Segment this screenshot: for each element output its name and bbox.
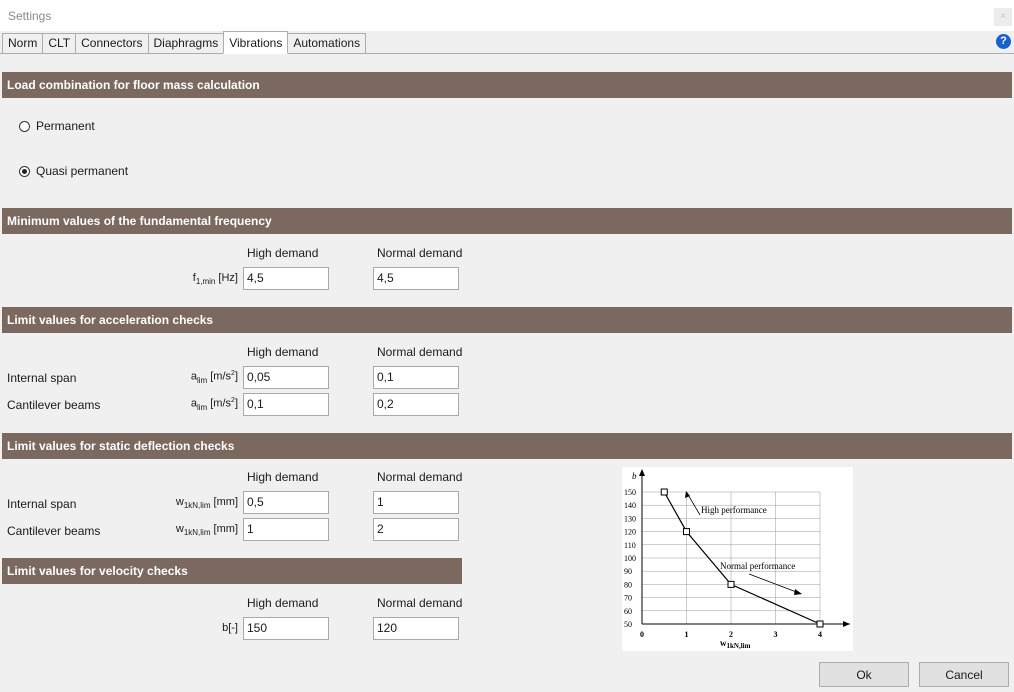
y-tick-labels: 150 140 130 120 110 100 90 80 70 60 50	[624, 488, 636, 629]
y-axis-arrow	[639, 469, 645, 476]
column-header-high: High demand	[247, 470, 319, 484]
tab-connectors[interactable]: Connectors	[75, 33, 149, 54]
frequency-unit-label: f1,min [Hz]	[192, 272, 238, 287]
section-velocity: Limit values for velocity checks	[2, 558, 462, 584]
x-tick-label: 1	[685, 630, 689, 639]
y-tick-label: 130	[624, 514, 636, 523]
radio-label: Permanent	[36, 119, 95, 133]
section-load-combination: Load combination for floor mass calculat…	[2, 72, 1012, 98]
velocity-criteria-graph: b w1kN,lim 150 140 130 120 110 100 90 80 70 60 50 …	[622, 467, 853, 651]
row-label-internal-span: Internal span	[7, 497, 77, 511]
acceleration-cantilever-normal-input[interactable]: 0,2	[373, 393, 459, 416]
radio-circle	[19, 120, 30, 132]
tab-clt[interactable]: CLT	[42, 33, 77, 54]
tab-bar: Norm CLT Connectors Diaphragms Vibration…	[2, 31, 367, 54]
x-tick-label: 0	[640, 630, 644, 639]
radio-label: Quasi permanent	[36, 164, 129, 178]
acceleration-internal-normal-input[interactable]: 0,1	[373, 366, 459, 389]
radio-circle-selected	[19, 165, 30, 177]
frequency-high-input[interactable]: 4,5	[243, 267, 329, 290]
annotation-normal-arrow	[748, 573, 800, 594]
cancel-button[interactable]: Cancel	[919, 662, 1009, 687]
velocity-unit-label: b[-]	[222, 622, 238, 634]
acceleration-unit-label: alim [m/s2]	[190, 370, 238, 385]
section-acceleration: Limit values for acceleration checks	[2, 307, 1012, 333]
row-label-cantilever-beams: Cantilever beams	[7, 398, 101, 412]
title-bar: Settings ×	[0, 0, 1014, 31]
column-header-high: High demand	[247, 596, 319, 610]
x-tick-labels: 0 1 2 3 4	[640, 630, 822, 639]
deflection-internal-high-input[interactable]: 0,5	[243, 491, 329, 514]
column-header-normal: Normal demand	[377, 246, 463, 260]
deflection-cantilever-normal-input[interactable]: 2	[373, 518, 459, 541]
deflection-cantilever-high-input[interactable]: 1	[243, 518, 329, 541]
graph-svg: b w1kN,lim 1501401301201101009080706050 …	[624, 469, 850, 650]
tab-norm[interactable]: Norm	[2, 33, 44, 54]
radio-permanent[interactable]: Permanent	[19, 119, 95, 133]
y-axis-label: b	[632, 471, 637, 481]
column-header-high: High demand	[247, 345, 319, 359]
y-tick-label: 120	[624, 528, 636, 537]
tab-vibrations[interactable]: Vibrations	[223, 31, 289, 54]
y-tick-label: 50	[624, 620, 632, 629]
tab-automations[interactable]: Automations	[287, 33, 367, 54]
deflection-unit-label: w1kN,lim [mm]	[175, 496, 238, 511]
radio-quasi-permanent[interactable]: Quasi permanent	[19, 164, 128, 178]
help-icon[interactable]: ?	[996, 34, 1011, 49]
row-label-internal-span: Internal span	[7, 371, 77, 385]
curve-point	[816, 620, 824, 628]
deflection-internal-normal-input[interactable]: 1	[373, 491, 459, 514]
y-tick-label: 100	[624, 554, 636, 563]
section-fundamental-frequency: Minimum values of the fundamental freque…	[2, 208, 1012, 234]
annotation-high-performance: High performance	[701, 505, 767, 515]
column-header-high: High demand	[247, 246, 319, 260]
section-static-deflection: Limit values for static deflection check…	[2, 433, 1012, 459]
acceleration-unit-label: alim [m/s2]	[190, 397, 238, 412]
annotation-normal-performance: Normal performance	[720, 561, 795, 571]
tab-divider	[0, 53, 1014, 54]
velocity-high-input[interactable]: 150	[243, 617, 329, 640]
annotation-normal-arrowhead	[794, 589, 802, 595]
y-tick-label: 110	[624, 541, 636, 550]
frequency-normal-input[interactable]: 4,5	[373, 267, 459, 290]
x-tick-label: 2	[729, 630, 733, 639]
x-tick-label: 3	[774, 630, 778, 639]
ok-button[interactable]: Ok	[819, 662, 909, 687]
y-tick-label: 140	[624, 501, 636, 510]
curve-point	[683, 528, 690, 536]
column-header-normal: Normal demand	[377, 470, 463, 484]
acceleration-cantilever-high-input[interactable]: 0,1	[243, 393, 329, 416]
y-tick-label: 60	[624, 607, 632, 616]
y-tick-label: 150	[624, 488, 636, 497]
acceleration-internal-high-input[interactable]: 0,05	[243, 366, 329, 389]
window-title: Settings	[8, 9, 52, 23]
tab-diaphragms[interactable]: Diaphragms	[147, 33, 225, 54]
column-header-normal: Normal demand	[377, 345, 463, 359]
x-axis-arrow	[843, 621, 850, 627]
column-header-normal: Normal demand	[377, 596, 463, 610]
x-axis-label: w1kN,lim	[720, 638, 751, 650]
close-button[interactable]: ×	[994, 8, 1012, 26]
y-tick-label: 80	[624, 580, 632, 589]
x-tick-label: 4	[818, 630, 822, 639]
y-tick-label: 70	[624, 594, 632, 603]
curve-point	[660, 488, 668, 496]
row-label-cantilever-beams: Cantilever beams	[7, 524, 101, 538]
close-icon: ×	[1000, 11, 1006, 22]
deflection-unit-label: w1kN,lim [mm]	[175, 523, 238, 538]
curve-point	[727, 580, 735, 588]
velocity-normal-input[interactable]: 120	[373, 617, 459, 640]
y-tick-label: 90	[624, 567, 632, 576]
